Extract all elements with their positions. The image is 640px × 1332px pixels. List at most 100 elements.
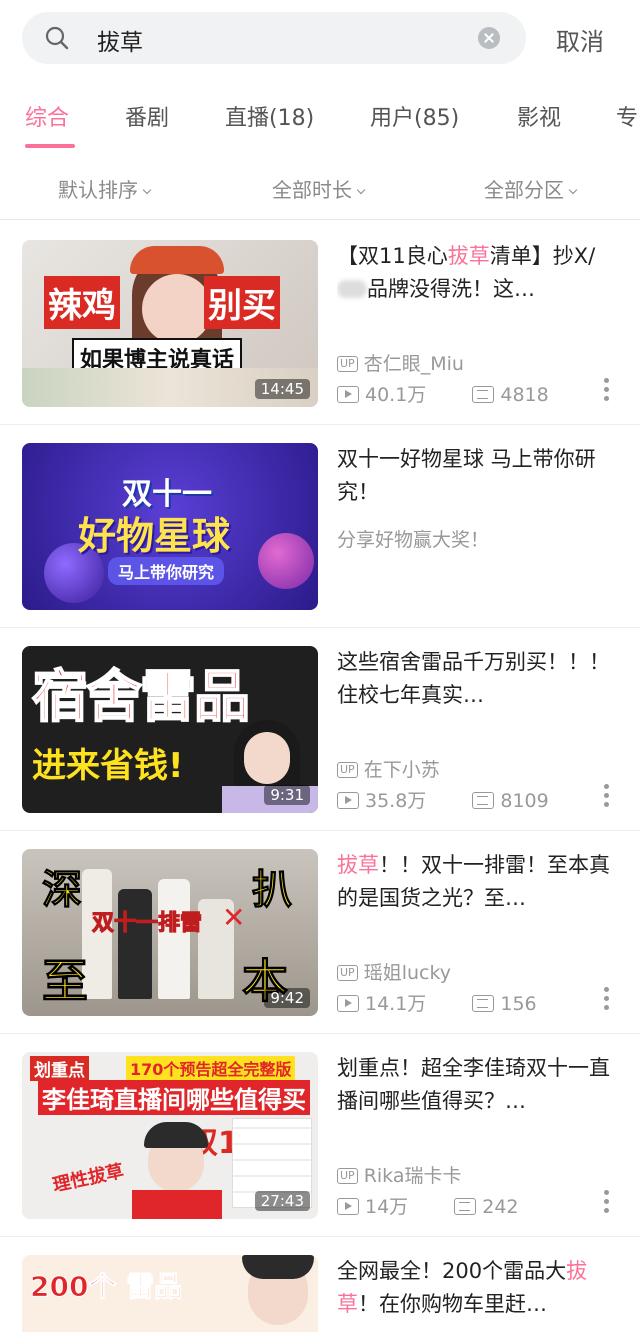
danmaku-count-value: 4818 [500,384,549,406]
danmaku-icon [472,386,495,403]
x-mark-icon: ✕ [222,901,246,934]
duration-filter-label: 全部时长 [272,178,352,202]
category-filter[interactable]: 全部分区 [484,174,578,203]
video-thumbnail[interactable]: 辣鸡 别买 如果博主说真话 14:45 [22,240,318,407]
active-tab-indicator [25,144,75,148]
video-stats: 40.1万 4818 [337,380,627,407]
thumb-text: 扒 [252,867,293,914]
promo-result[interactable]: 双十一 好物星球 马上带你研究 双十一好物星球 马上带你研究！ 分享好物赢大奖！ [0,425,640,628]
blurred-text [337,280,367,298]
tab-special[interactable]: 专 [616,100,638,132]
promo-thumbnail[interactable]: 双十一 好物星球 马上带你研究 [22,443,318,610]
search-query[interactable]: 拔草 [97,23,143,57]
view-count: 14万 [337,1192,408,1219]
video-duration: 9:42 [264,988,310,1008]
sort-filter[interactable]: 默认排序 [58,174,152,203]
view-count: 14.1万 [337,989,426,1016]
uploader-name: 在下小苏 [363,759,440,781]
thumb-text: 宿舍雷品 [31,664,251,731]
uploader[interactable]: UP 瑶姐lucky [337,958,451,985]
thumb-text: 别买 [204,276,280,329]
duration-filter[interactable]: 全部时长 [272,174,366,203]
thumb-text: 至 [42,954,89,1009]
video-stats: 35.8万 8109 [337,786,627,813]
thumb-text: 深 [42,867,83,914]
uploader[interactable]: UP 在下小苏 [337,755,440,782]
tab-live[interactable]: 直播(18) [225,100,314,132]
promo-title[interactable]: 双十一好物星球 马上带你研究！ [337,443,617,509]
uploader[interactable]: UP Rika瑞卡卡 [337,1161,461,1188]
danmaku-count-value: 8109 [500,790,549,812]
tab-all[interactable]: 综合 [25,100,69,132]
danmaku-count-value: 242 [482,1196,519,1218]
video-duration: 14:45 [254,379,310,399]
top-bar: 拔草 取消 [0,0,640,80]
video-title[interactable]: 【双11良心拔草清单】抄X/品牌没得洗！这… [337,240,617,306]
video-result[interactable]: 辣鸡 别买 如果博主说真话 14:45 【双11良心拔草清单】抄X/品牌没得洗！… [0,222,640,425]
video-title[interactable]: 这些宿舍雷品千万别买！！！住校七年真实… [337,646,617,712]
up-badge-icon: UP [337,1168,358,1184]
danmaku-count-value: 156 [500,993,537,1015]
more-options-icon[interactable] [604,378,610,404]
tab-film[interactable]: 影视 [517,100,561,132]
video-title[interactable]: 划重点！超全李佳琦双十一直播间哪些值得买？… [337,1052,617,1118]
uploader-name: 杏仁眼_Miu [363,353,464,375]
play-count-icon [337,386,359,403]
play-count-icon [337,792,359,809]
thumb-text: 理性拔草 [50,1160,126,1197]
danmaku-count: 8109 [472,790,549,812]
video-thumbnail[interactable]: 宿舍雷品 进来省钱! 9:31 [22,646,318,813]
thumb-text: 进来省钱! [32,746,184,786]
video-stats: 14.1万 156 [337,989,627,1016]
thumb-text: 双十一排雷 [91,911,203,937]
uploader-name: Rika瑞卡卡 [363,1165,462,1187]
video-title[interactable]: 全网最全！200个雷品大拔草！在你购物车里赶… [337,1255,617,1321]
danmaku-icon [454,1198,477,1215]
promo-description: 分享好物赢大奖！ [337,529,490,551]
view-count: 35.8万 [337,786,426,813]
clear-icon[interactable] [478,27,500,49]
tab-users[interactable]: 用户(85) [370,100,459,132]
filter-bar: 默认排序 全部时长 全部分区 [0,160,640,220]
title-text: 【双11良心 [337,244,448,268]
video-result[interactable]: 宿舍雷品 进来省钱! 9:31 这些宿舍雷品千万别买！！！住校七年真实… UP 在… [0,628,640,831]
thumb-text: 200个 雷品 [29,1270,183,1304]
title-text: 品牌没得洗！这… [367,277,535,301]
video-result[interactable]: 划重点 170个预告超全完整版 李佳琦直播间哪些值得买 双11 理性拔草 27:… [0,1034,640,1237]
video-thumbnail[interactable]: 200个 雷品 [22,1255,318,1332]
video-thumbnail[interactable]: 深 扒 双十一排雷 ✕ 至 本 9:42 [22,849,318,1016]
video-stats: 14万 242 [337,1192,627,1219]
sort-filter-label: 默认排序 [58,178,138,202]
uploader-name: 瑶姐lucky [363,962,452,984]
danmaku-count: 156 [472,993,537,1015]
video-result[interactable]: 深 扒 双十一排雷 ✕ 至 本 9:42 拔草！！双十一排雷！至本真的是国货之光… [0,831,640,1034]
play-count-icon [337,1198,359,1215]
thumb-text: 马上带你研究 [108,557,225,585]
title-text: 全网最全！200个雷品大 [337,1259,567,1283]
thumb-text: 好物星球 [78,514,231,558]
danmaku-icon [472,792,495,809]
more-options-icon[interactable] [604,784,610,810]
thumb-text: 划重点 [30,1056,89,1081]
cancel-button[interactable]: 取消 [556,22,604,57]
view-count-value: 14.1万 [365,993,427,1015]
uploader[interactable]: UP 杏仁眼_Miu [337,349,464,376]
more-options-icon[interactable] [604,1190,610,1216]
view-count-value: 14万 [365,1196,409,1218]
title-text: 清单】抄X/ [489,244,596,268]
video-result[interactable]: 200个 雷品 全网最全！200个雷品大拔草！在你购物车里赶… [0,1237,640,1332]
result-tabs: 综合 番剧 直播(18) 用户(85) 影视 专 [0,96,640,152]
tab-bangumi[interactable]: 番剧 [125,100,169,132]
video-title[interactable]: 拔草！！双十一排雷！至本真的是国货之光？至… [337,849,617,915]
search-box[interactable]: 拔草 [22,12,526,64]
video-thumbnail[interactable]: 划重点 170个预告超全完整版 李佳琦直播间哪些值得买 双11 理性拔草 27:… [22,1052,318,1219]
chevron-down-icon [356,185,366,195]
thumb-text: 李佳琦直播间哪些值得买 [38,1080,310,1115]
view-count-value: 35.8万 [365,790,427,812]
up-badge-icon: UP [337,965,358,981]
title-highlight: 拔草 [447,244,490,268]
play-count-icon [337,995,359,1012]
video-duration: 27:43 [254,1191,310,1211]
danmaku-count: 4818 [472,384,549,406]
more-options-icon[interactable] [604,987,610,1013]
